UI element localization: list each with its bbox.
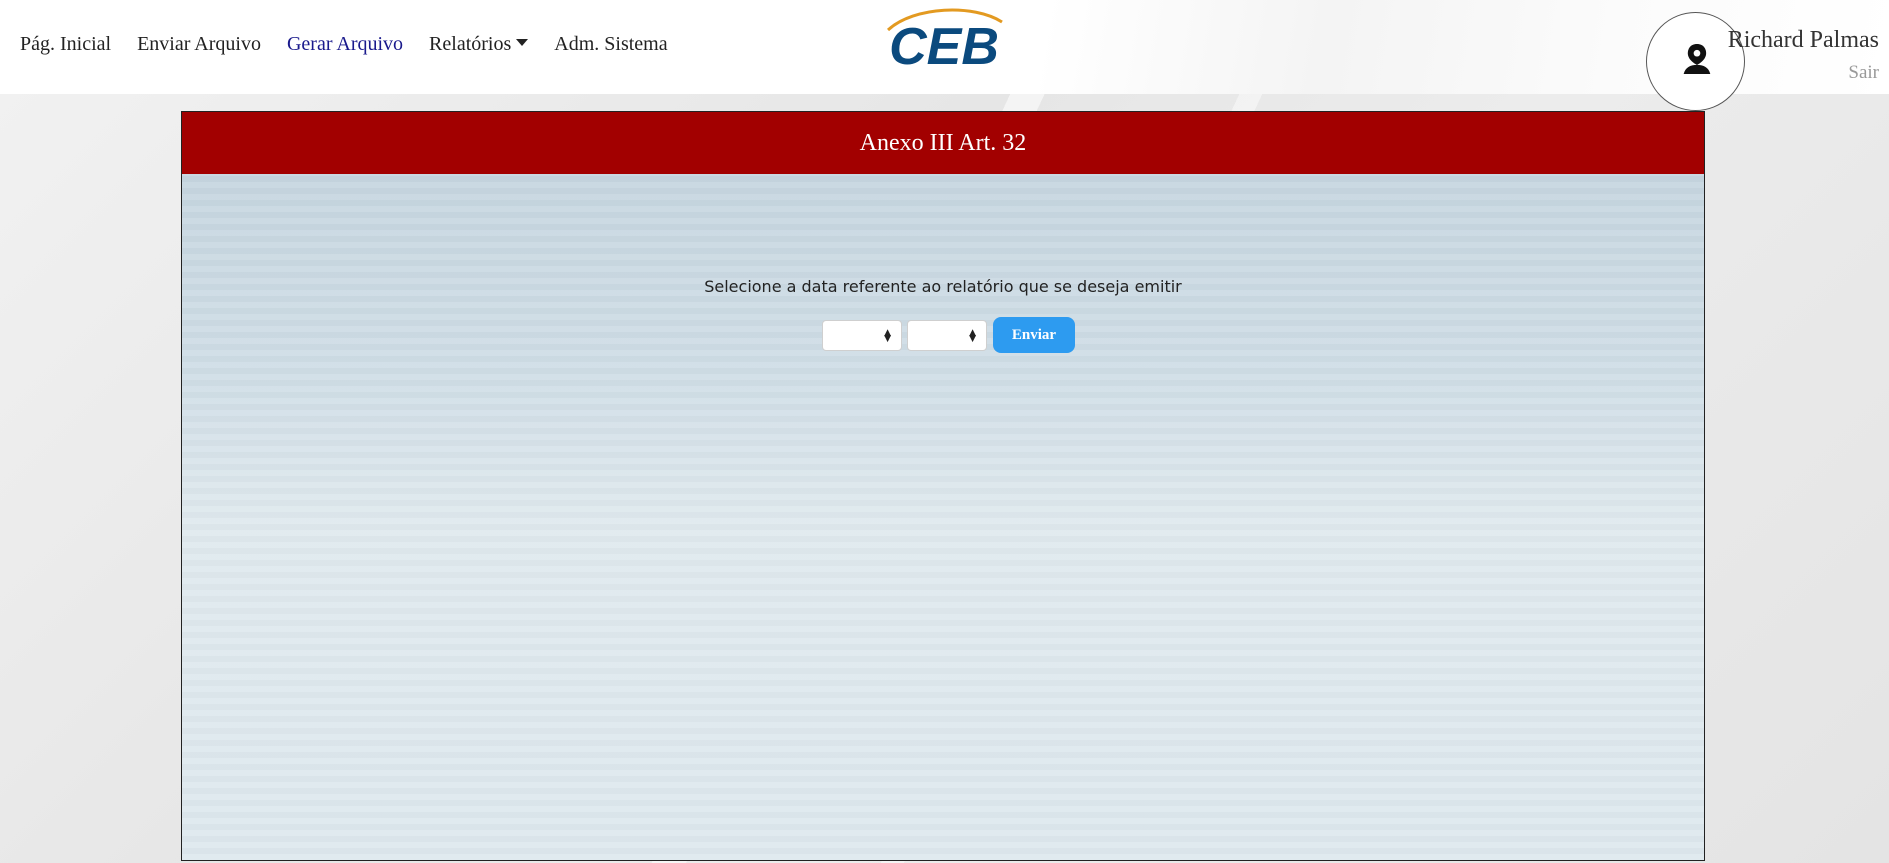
panel-title: Anexo III Art. 32 [182, 112, 1704, 174]
nav-reports-label: Relatórios [429, 33, 512, 55]
user-name: Richard Palmas [1727, 27, 1879, 53]
nav-system-admin[interactable]: Adm. Sistema [554, 33, 667, 56]
date-prompt: Selecione a data referente ao relatório … [704, 277, 1182, 296]
top-navbar: Pág. Inicial Enviar Arquivo Gerar Arquiv… [0, 0, 1889, 111]
logout-link[interactable]: Sair [1848, 62, 1879, 84]
year-select[interactable]: ▲ ▼ [907, 319, 987, 351]
caret-down-icon [516, 39, 529, 46]
select-arrows-icon: ▲ ▼ [884, 327, 891, 344]
user-info: Richard Palmas Sair [1499, 0, 1879, 94]
svg-text:CEB: CEB [889, 18, 999, 74]
nav-reports-dropdown[interactable]: Relatórios [429, 33, 529, 56]
select-arrows-icon: ▲ ▼ [969, 327, 976, 344]
ceb-logo[interactable]: CEB [874, 8, 1014, 74]
month-select[interactable]: ▲ ▼ [822, 319, 902, 351]
nav-generate-file[interactable]: Gerar Arquivo [287, 33, 403, 56]
date-controls: ▲ ▼ ▲ ▼ Enviar [822, 317, 1075, 353]
nav-home[interactable]: Pág. Inicial [20, 33, 111, 56]
main-nav: Pág. Inicial Enviar Arquivo Gerar Arquiv… [20, 33, 694, 56]
nav-upload-file[interactable]: Enviar Arquivo [137, 33, 261, 56]
report-panel: Anexo III Art. 32 Selecione a data refer… [181, 111, 1705, 861]
submit-button[interactable]: Enviar [993, 317, 1075, 353]
